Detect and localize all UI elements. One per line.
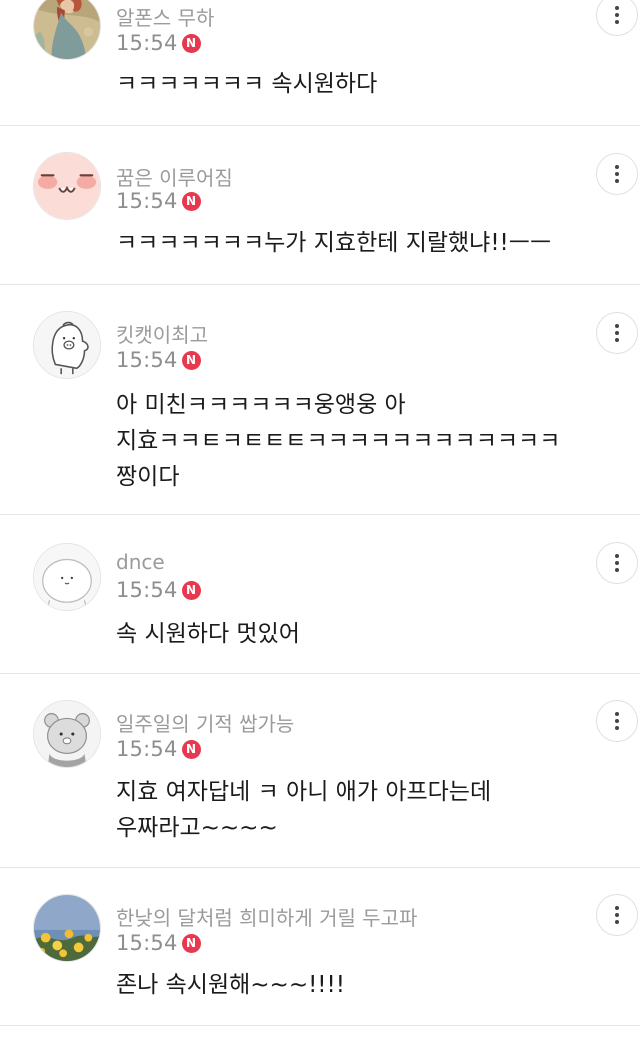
more-vertical-icon [615, 6, 619, 24]
more-options-button[interactable] [596, 0, 638, 36]
comment-item: dnce 15:54 N 속 시원하다 멋있어 [0, 515, 640, 674]
comment-item: 한낮의 달처럼 희미하게 거릴 두고파 15:54 N 존나 속시원해~~~!!… [0, 868, 640, 1026]
comment-item: 킷캣이최고 15:54 N 아 미친ㅋㅋㅋㅋㅋㅋ웅앵웅 아 지효ㅋㅋㅌㅋㅌㅌㅌㅋ… [0, 285, 640, 515]
comment-meta: 15:54 N [116, 188, 201, 214]
comment-text-line: 지효ㅋㅋㅌㅋㅌㅌㅌㅋㅋㅋㅋㅋㅋㅋㅋㅋㅋㅋㅋ [116, 428, 561, 454]
blushing-face-avatar [34, 153, 100, 219]
comment-time: 15:54 [116, 189, 178, 213]
comment-text-line: 속 시원하다 멋있어 [116, 621, 300, 647]
more-vertical-icon [615, 324, 619, 342]
comment-text: ㅋㅋㅋㅋㅋㅋㅋ누가 지효한테 지랄했냐!!ㅡㅡ [116, 225, 616, 261]
avatar[interactable] [33, 311, 101, 379]
avatar[interactable] [33, 0, 101, 60]
round-blob-avatar [34, 544, 100, 610]
more-vertical-icon [615, 165, 619, 183]
comment-feed: 알폰스 무하 15:54 N ㅋㅋㅋㅋㅋㅋㅋ 속시원하다 꿈은 이루어짐 15:… [0, 0, 640, 1040]
comment-item: 꿈은 이루어짐 15:54 N ㅋㅋㅋㅋㅋㅋㅋ누가 지효한테 지랄했냐!!ㅡㅡ [0, 126, 640, 285]
comment-text: 속 시원하다 멋있어 [116, 616, 616, 652]
more-vertical-icon [615, 712, 619, 730]
avatar[interactable] [33, 700, 101, 768]
comment-author[interactable]: 한낮의 달처럼 희미하게 거릴 두고파 [116, 902, 417, 931]
comment-meta: 15:54 N [116, 347, 201, 373]
more-options-button[interactable] [596, 700, 638, 742]
new-badge: N [181, 933, 201, 953]
more-options-button[interactable] [596, 153, 638, 195]
comment-text: 존나 속시원해~~~!!!! [116, 967, 616, 1003]
comment-item: 일주일의 기적 쌉가능 15:54 N 지효 여자답네 ㅋ 아니 애가 아프다는… [0, 674, 640, 868]
comment-author[interactable]: 꿈은 이루어짐 [116, 162, 233, 191]
comment-author[interactable]: 킷캣이최고 [116, 319, 208, 348]
comment-text: 아 미친ㅋㅋㅋㅋㅋㅋ웅앵웅 아 지효ㅋㅋㅌㅋㅌㅌㅌㅋㅋㅋㅋㅋㅋㅋㅋㅋㅋㅋㅋ 짱이… [116, 387, 616, 495]
yellow-flowers-avatar [34, 895, 100, 961]
comment-text-line: ㅋㅋㅋㅋㅋㅋㅋ 속시원하다 [116, 71, 378, 97]
more-options-button[interactable] [596, 542, 638, 584]
avatar[interactable] [33, 894, 101, 962]
comment-author[interactable]: 일주일의 기적 쌉가능 [116, 708, 294, 737]
new-badge: N [181, 350, 201, 370]
comment-time: 15:54 [116, 737, 178, 761]
comment-meta: 15:54 N [116, 30, 201, 56]
avatar[interactable] [33, 152, 101, 220]
comment-meta: 15:54 N [116, 930, 201, 956]
new-badge: N [181, 33, 201, 53]
comment-meta: 15:54 N [116, 577, 201, 603]
comment-item: 알폰스 무하 15:54 N ㅋㅋㅋㅋㅋㅋㅋ 속시원하다 [0, 0, 640, 126]
comment-meta: 15:54 N [116, 736, 201, 762]
comment-text-line: 짱이다 [116, 464, 180, 490]
more-options-button[interactable] [596, 312, 638, 354]
comment-text-line: 존나 속시원해~~~!!!! [116, 972, 345, 998]
comment-text-line: 우짜라고~~~~ [116, 815, 278, 841]
more-options-button[interactable] [596, 894, 638, 936]
new-badge: N [181, 191, 201, 211]
grey-bear-avatar [34, 701, 100, 767]
avatar[interactable] [33, 543, 101, 611]
more-vertical-icon [615, 906, 619, 924]
comment-time: 15:54 [116, 931, 178, 955]
new-badge: N [181, 580, 201, 600]
comment-author[interactable]: 알폰스 무하 [116, 2, 214, 31]
comment-text: 지효 여자답네 ㅋ 아니 애가 아프다는데 우짜라고~~~~ [116, 774, 616, 846]
more-vertical-icon [615, 554, 619, 572]
comment-text-line: 지효 여자답네 ㅋ 아니 애가 아프다는데 [116, 779, 492, 805]
comment-text: ㅋㅋㅋㅋㅋㅋㅋ 속시원하다 [116, 66, 616, 102]
comment-text-line: 아 미친ㅋㅋㅋㅋㅋㅋ웅앵웅 아 [116, 392, 406, 418]
new-badge: N [181, 739, 201, 759]
comment-time: 15:54 [116, 578, 178, 602]
comment-author[interactable]: dnce [116, 550, 165, 574]
comment-time: 15:54 [116, 348, 178, 372]
art-nouveau-portrait-avatar [34, 0, 100, 59]
pig-doodle-avatar [34, 312, 100, 378]
comment-text-line: ㅋㅋㅋㅋㅋㅋㅋ누가 지효한테 지랄했냐!!ㅡㅡ [116, 230, 552, 256]
comment-time: 15:54 [116, 31, 178, 55]
